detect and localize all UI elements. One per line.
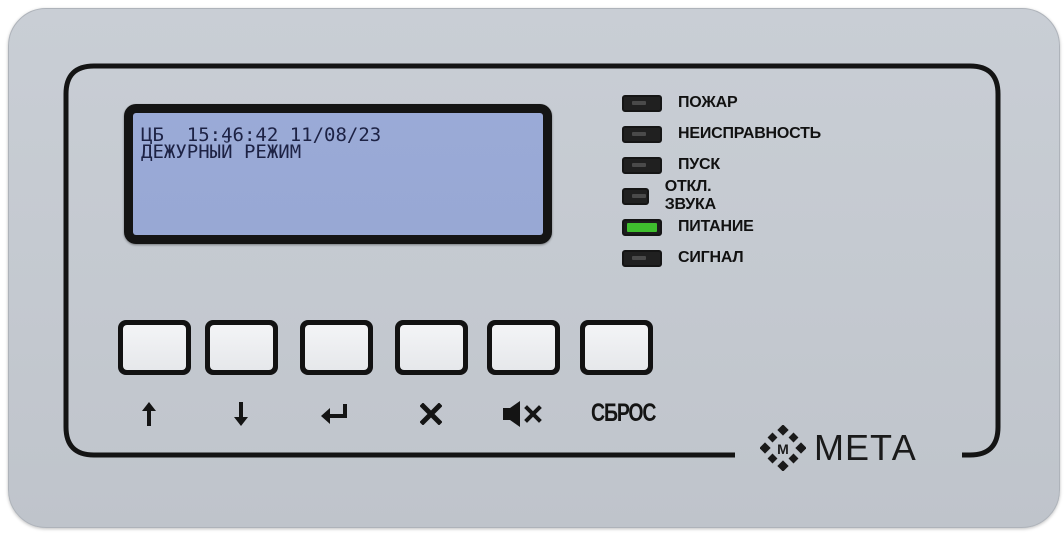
arrow-up-icon	[112, 392, 185, 432]
lcd-display: ЦБ 15:46:42 11/08/23 ДЕЖУРНЫЙ РЕЖИМ	[124, 104, 552, 244]
enter-button[interactable]	[300, 320, 373, 375]
indicator-start: ПУСК	[622, 152, 720, 178]
enter-icon	[297, 392, 370, 432]
up-button[interactable]	[118, 320, 191, 375]
cancel-icon	[394, 392, 467, 432]
reset-label: СБРОС	[582, 392, 656, 432]
indicator-label: ПИТАНИЕ	[678, 218, 754, 235]
arrow-down-icon	[204, 392, 277, 432]
logo-letter: М	[777, 441, 789, 457]
brand-name: МЕТА	[814, 427, 917, 468]
fault-led-icon	[622, 125, 662, 143]
lcd-screen: ЦБ 15:46:42 11/08/23 ДЕЖУРНЫЙ РЕЖИМ	[133, 113, 543, 235]
indicator-label: НЕИСПРАВНОСТЬ	[678, 125, 821, 142]
button-face	[585, 325, 648, 370]
brand: М МЕТА	[760, 424, 960, 472]
button-face	[400, 325, 463, 370]
mute-icon	[487, 392, 560, 432]
meta-logo-icon: М	[760, 425, 806, 471]
indicator-label: ПОЖАР	[678, 94, 738, 111]
reset-button[interactable]	[580, 320, 653, 375]
signal-led-icon	[622, 249, 662, 267]
start-led-icon	[622, 156, 662, 174]
reset-text: СБРОС	[591, 399, 656, 427]
power-led-icon	[622, 218, 662, 236]
button-face	[210, 325, 273, 370]
lcd-mode-line: ДЕЖУРНЫЙ РЕЖИМ	[141, 141, 302, 163]
indicator-fault: НЕИСПРАВНОСТЬ	[622, 121, 821, 147]
down-button[interactable]	[205, 320, 278, 375]
indicator-label: ПУСК	[678, 156, 720, 173]
button-face	[492, 325, 555, 370]
indicator-label: СИГНАЛ	[678, 249, 744, 266]
sound-off-led-icon	[622, 187, 649, 205]
fire-led-icon	[622, 94, 662, 112]
indicator-sound-off: ОТКЛ. ЗВУКА	[622, 178, 729, 213]
indicator-label: ОТКЛ. ЗВУКА	[664, 178, 716, 213]
indicator-power: ПИТАНИЕ	[622, 214, 754, 240]
button-face	[123, 325, 186, 370]
cancel-button[interactable]	[395, 320, 468, 375]
button-face	[305, 325, 368, 370]
indicator-signal: СИГНАЛ	[622, 245, 744, 271]
mute-button[interactable]	[487, 320, 560, 375]
indicator-fire: ПОЖАР	[622, 90, 738, 116]
